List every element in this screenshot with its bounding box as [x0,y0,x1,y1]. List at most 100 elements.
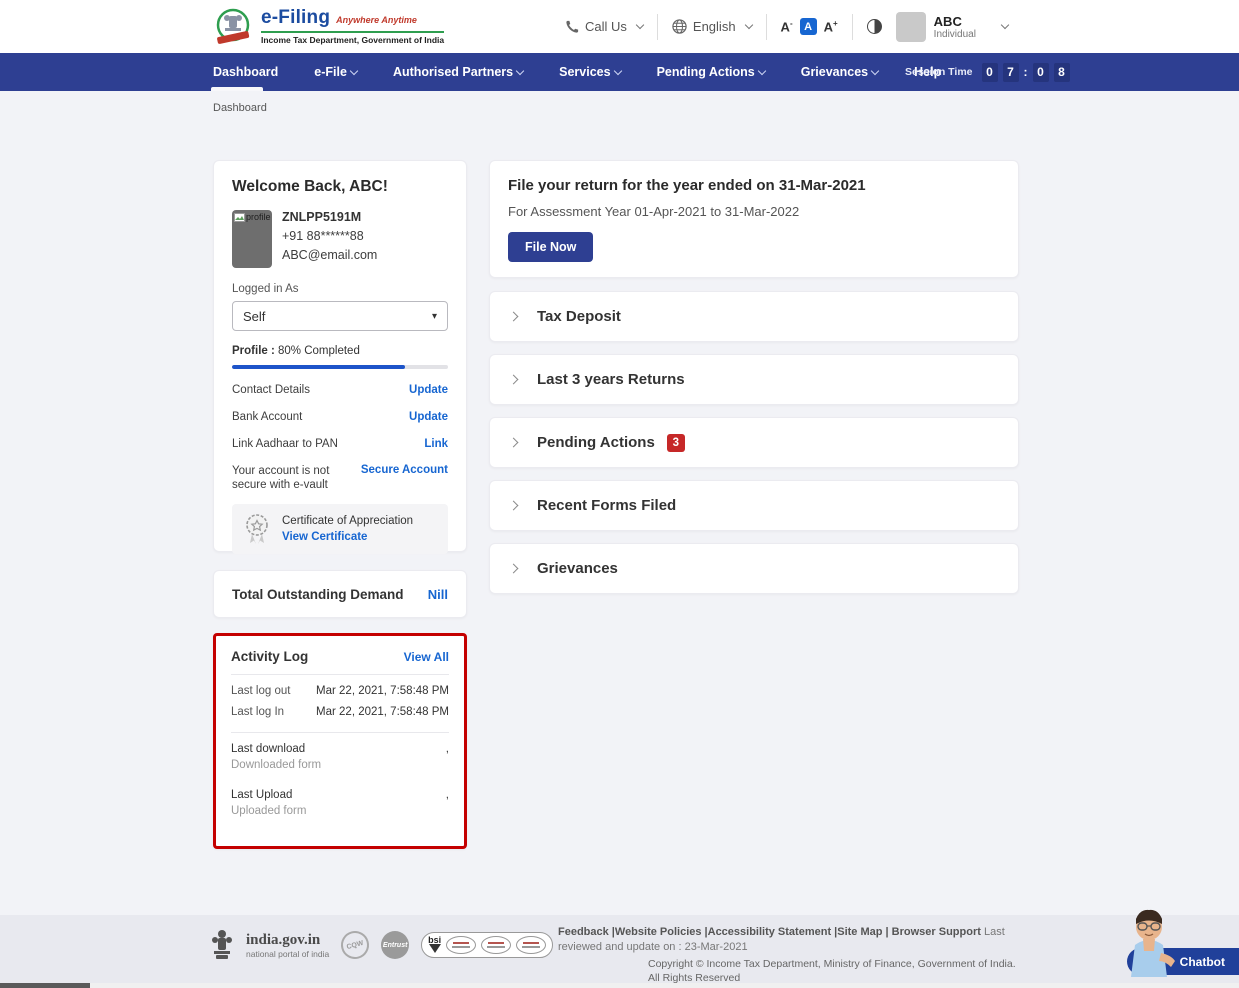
secure-account-link[interactable]: Secure Account [361,464,448,492]
panel-last-3-years-returns[interactable]: Last 3 years Returns [489,354,1019,405]
nav-efile[interactable]: e-File [314,65,359,79]
india-gov-emblem-icon [212,930,232,959]
outstanding-demand-label: Total Outstanding Demand [232,586,404,602]
divider [231,674,449,675]
phone-icon [566,20,579,33]
last-logout-row: Last log out Mar 22, 2021, 7:58:48 PM [231,685,449,697]
file-return-title: File your return for the year ended on 3… [508,177,866,194]
profile-photo: profile [232,210,272,268]
divider [765,13,767,40]
top-header: e-Filing Anywhere Anytime Income Tax Dep… [0,0,1239,53]
session-digit: 7 [1002,62,1019,82]
india-gov-portal[interactable]: india.gov.in national portal of india [246,932,329,959]
breadcrumb: Dashboard [213,102,267,114]
copyright-text: Copyright © Income Tax Department, Minis… [648,958,1016,984]
certificate-medal-icon [246,514,268,544]
chevron-right-icon [508,563,519,574]
main-navbar: Dashboard e-File Authorised Partners Ser… [0,53,1239,91]
email-address: ABC@email.com [282,248,378,262]
chatbot-widget[interactable]: Chatbot [1115,905,1239,983]
last-login-row: Last log In Mar 22, 2021, 7:58:48 PM [231,706,449,718]
session-time-label: Session Time [905,66,973,78]
profile-progress-label: Profile : 80% Completed [232,345,360,357]
font-increase-button[interactable]: A+ [824,19,838,34]
file-now-button[interactable]: File Now [508,232,594,262]
certificate-title: Certificate of Appreciation [282,515,414,527]
bank-account-row: Bank Account Update [232,411,448,423]
nav-grievances[interactable]: Grievances [801,65,880,79]
nav-dashboard[interactable]: Dashboard [213,65,278,79]
efiling-logo[interactable]: e-Filing Anywhere Anytime Income Tax Dep… [213,6,445,46]
contrast-toggle-icon[interactable] [866,19,882,34]
footer-links[interactable]: Feedback |Website Policies |Accessibilit… [558,926,981,938]
user-name: ABC [933,13,962,29]
view-all-link[interactable]: View All [404,650,449,664]
panel-recent-forms-filed[interactable]: Recent Forms Filed [489,480,1019,531]
update-bank-link[interactable]: Update [409,411,448,423]
last-download-row: Last download , Downloaded form [231,743,449,771]
link-aadhaar-row: Link Aadhaar to PAN Link [232,438,448,450]
font-normal-button[interactable]: A [799,18,817,35]
header-utilities: Call Us English A- A A+ ABC Individual [565,0,1010,53]
contact-details-row: Contact Details Update [232,384,448,396]
user-menu[interactable]: ABC Individual [895,11,1010,42]
profile-progress-bar [232,365,448,369]
india-emblem-icon [216,8,250,44]
link-aadhaar-link[interactable]: Link [424,438,448,450]
file-return-card: File your return for the year ended on 3… [489,160,1019,278]
panel-grievances[interactable]: Grievances [489,543,1019,594]
activity-log-title: Activity Log [231,649,309,664]
pan-number: ZNLPP5191M [282,210,362,224]
nav-authorised-partners[interactable]: Authorised Partners [393,65,525,79]
entrust-seal-logo: Entrust [381,931,410,959]
session-digit: 0 [1032,62,1049,82]
chevron-down-icon [757,66,766,76]
bsi-triangle-icon [428,944,441,953]
brand-name: e-Filing [261,7,331,28]
chevron-right-icon [508,500,519,511]
footer-links-line: Feedback |Website Policies |Accessibilit… [558,925,1028,955]
brand-tagline: Anywhere Anytime [336,15,417,25]
welcome-title: Welcome Back, ABC! [232,178,388,195]
session-digit: 0 [981,62,998,82]
brand-subtitle: Income Tax Department, Government of Ind… [261,35,445,45]
pending-actions-badge: 3 [666,433,685,452]
logged-in-as-label: Logged in As [232,283,299,295]
chevron-down-icon [613,66,622,76]
panel-pending-actions[interactable]: Pending Actions 3 [489,417,1019,468]
divider [231,732,449,733]
chevron-down-icon [744,20,753,30]
file-return-subtitle: For Assessment Year 01-Apr-2021 to 31-Ma… [508,204,800,219]
session-colon: : [1023,65,1028,79]
chevron-down-icon [635,20,645,30]
scrollbar-thumb[interactable] [0,983,90,988]
phone-number: +91 88******88 [282,229,364,243]
session-timer: Session Time 0 7 : 0 8 [905,53,1070,91]
nav-services[interactable]: Services [559,65,622,79]
font-decrease-button[interactable]: A- [781,19,793,34]
chevron-right-icon [508,311,519,322]
nav-pending-actions[interactable]: Pending Actions [657,65,766,79]
chevron-down-icon [870,66,880,76]
update-contact-link[interactable]: Update [409,384,448,396]
welcome-card: Welcome Back, ABC! profile ZNLPP5191M +9… [213,160,467,554]
chevron-down-icon [349,66,359,76]
session-digit: 8 [1053,62,1070,82]
activity-log-card: Activity Log View All Last log out Mar 2… [213,633,467,849]
bsi-certification-logo: bsi [421,932,554,958]
iso-badge [446,936,477,954]
panel-tax-deposit[interactable]: Tax Deposit [489,291,1019,342]
view-certificate-link[interactable]: View Certificate [282,531,413,543]
caret-down-icon: ▾ [431,310,437,322]
user-role: Individual [933,28,976,40]
logged-in-as-select[interactable]: Self ▾ [232,301,448,331]
horizontal-scrollbar[interactable] [0,983,1239,988]
outstanding-demand-value[interactable]: Nill [428,587,448,602]
portal-name: india.gov.in [246,931,321,948]
selected-role: Self [243,308,266,324]
language-menu[interactable]: English [672,19,753,34]
footer: india.gov.in national portal of india CQ… [0,915,1239,988]
call-us-menu[interactable]: Call Us [565,19,645,34]
portal-subtitle: national portal of india [246,948,330,959]
globe-icon [672,19,687,34]
